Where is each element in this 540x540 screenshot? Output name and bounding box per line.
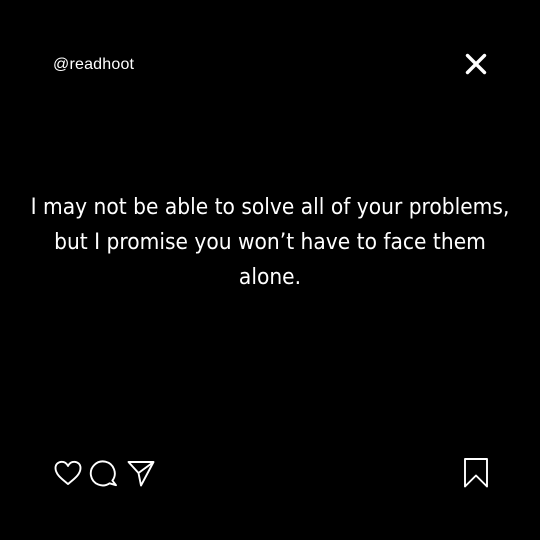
close-icon [465,53,487,75]
save-button[interactable] [462,457,490,489]
close-button[interactable] [464,52,488,76]
share-button[interactable] [126,458,156,488]
send-icon [127,461,155,487]
username-handle[interactable]: @readhoot [53,55,134,75]
like-button[interactable] [53,458,83,488]
bookmark-icon [464,458,488,488]
heart-icon [54,460,82,485]
quote-text: I may not be able to solve all of your p… [30,194,510,290]
comment-bubble-icon [89,460,117,487]
comment-button[interactable] [89,458,119,488]
